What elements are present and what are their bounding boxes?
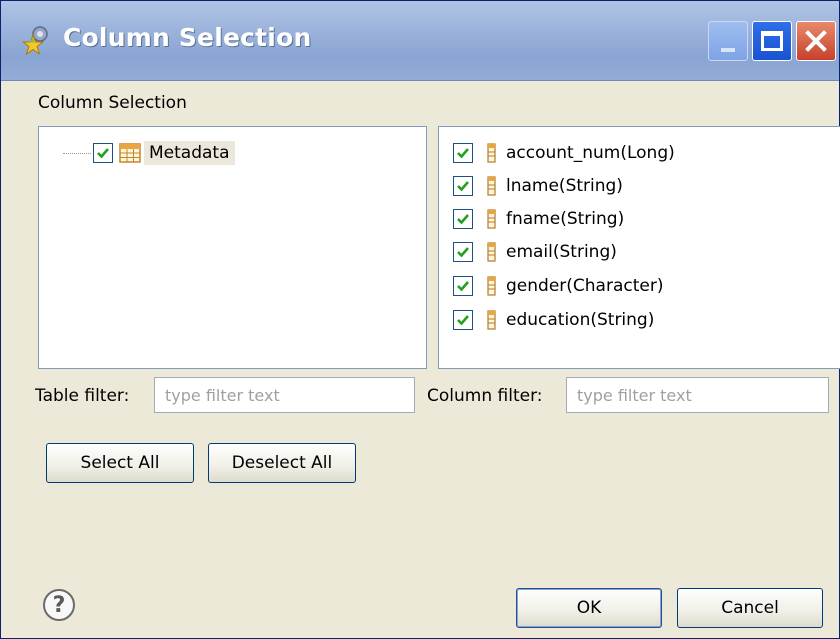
tree-item-label: Metadata: [144, 141, 235, 165]
tree-connector: [63, 152, 91, 154]
help-icon[interactable]: ?: [43, 589, 75, 621]
table-tree-panel[interactable]: Metadata: [38, 126, 427, 369]
column-icon: [487, 310, 496, 330]
column-label: email(String): [506, 242, 617, 262]
column-item[interactable]: account_num(Long): [453, 139, 675, 167]
column-filter-input[interactable]: [566, 377, 829, 413]
checkmark-icon: [457, 148, 469, 159]
column-list-panel[interactable]: account_num(Long) lname(String) fname(St: [438, 126, 840, 369]
table-icon: [119, 143, 141, 163]
column-checkbox[interactable]: [453, 242, 473, 262]
column-item[interactable]: fname(String): [453, 205, 624, 233]
column-item[interactable]: email(String): [453, 238, 617, 266]
star-gear-icon: [21, 26, 48, 55]
metadata-checkbox[interactable]: [93, 143, 113, 163]
deselect-all-button[interactable]: Deselect All: [208, 443, 356, 483]
column-checkbox[interactable]: [453, 176, 473, 196]
column-label: fname(String): [506, 209, 625, 229]
checkmark-icon: [457, 281, 469, 292]
title-bar[interactable]: Column Selection: [1, 1, 839, 81]
table-filter-input[interactable]: [154, 377, 415, 413]
column-checkbox[interactable]: [453, 143, 473, 163]
cancel-button[interactable]: Cancel: [677, 588, 823, 628]
column-filter-label: Column filter:: [427, 386, 543, 406]
column-selection-label: Column Selection: [38, 93, 187, 113]
minimize-button[interactable]: [708, 21, 748, 61]
column-label: education(String): [506, 310, 655, 330]
select-all-button[interactable]: Select All: [46, 443, 194, 483]
checkmark-icon: [457, 315, 469, 326]
column-item[interactable]: gender(Character): [453, 272, 663, 300]
maximize-button[interactable]: [752, 21, 792, 61]
table-filter-label: Table filter:: [35, 386, 130, 406]
tree-item-metadata[interactable]: Metadata: [63, 139, 235, 167]
column-item[interactable]: lname(String): [453, 172, 623, 200]
column-label: gender(Character): [506, 276, 664, 296]
column-icon: [487, 242, 496, 262]
window-title: Column Selection: [63, 23, 312, 52]
column-item[interactable]: education(String): [453, 306, 654, 334]
column-checkbox[interactable]: [453, 310, 473, 330]
column-icon: [487, 209, 496, 229]
column-icon: [487, 276, 496, 296]
ok-button[interactable]: OK: [516, 588, 662, 628]
minimize-icon: [721, 48, 735, 52]
checkmark-icon: [457, 214, 469, 225]
close-icon: [805, 30, 827, 52]
checkmark-icon: [97, 148, 109, 159]
column-label: lname(String): [506, 176, 623, 196]
checkmark-icon: [457, 247, 469, 258]
column-checkbox[interactable]: [453, 276, 473, 296]
column-icon: [487, 176, 496, 196]
dialog-window: Column Selection Column Selection Metada…: [0, 0, 840, 639]
column-checkbox[interactable]: [453, 209, 473, 229]
column-icon: [487, 143, 496, 163]
column-label: account_num(Long): [506, 143, 675, 163]
maximize-icon: [761, 31, 783, 51]
checkmark-icon: [457, 181, 469, 192]
close-button[interactable]: [796, 21, 836, 61]
